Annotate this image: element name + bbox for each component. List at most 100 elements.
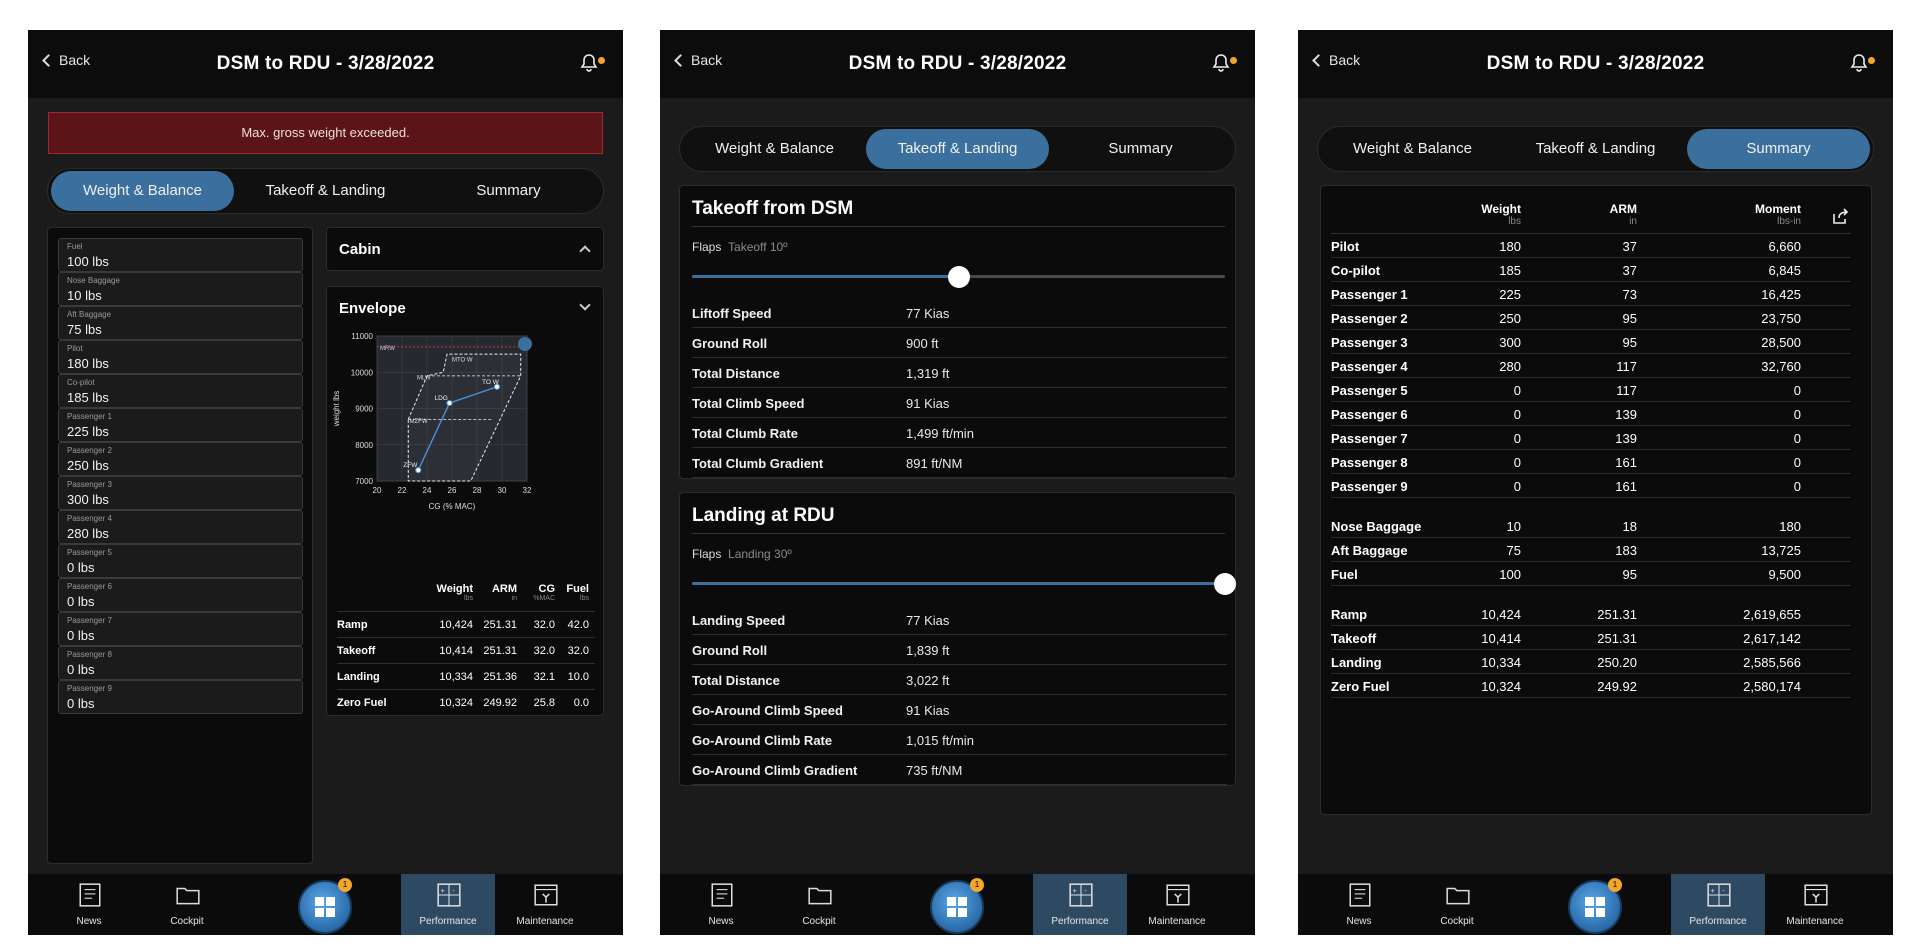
tab-weight-balance[interactable]: Weight & Balance [1321,129,1504,169]
cell-arm: 183 [1615,543,1637,558]
nav-label: Performance [1689,916,1747,927]
wrench-icon [1166,884,1190,906]
slider-knob[interactable] [948,266,970,288]
nav-item-performance[interactable]: + - Performance [1033,874,1127,935]
perf-row: Go-Around Climb Speed 91 Kias [692,695,1227,725]
wrench-icon [534,884,558,906]
tab-summary[interactable]: Summary [417,171,600,211]
tab-takeoff-landing[interactable]: Takeoff & Landing [1504,129,1687,169]
weight-field[interactable]: Passenger 4 280 lbs [58,510,303,544]
weight-field[interactable]: Passenger 6 0 lbs [58,578,303,612]
table-row: Passenger 1 225 73 16,425 [1331,282,1851,306]
cell-weight: 300 [1499,335,1521,350]
nav-item-cockpit[interactable]: Cockpit [1410,874,1504,935]
tab-weight-balance[interactable]: Weight & Balance [51,171,234,211]
x-axis-label: CG (% MAC) [429,502,476,511]
news-icon [711,883,733,907]
nav-item-cockpit[interactable]: Cockpit [140,874,234,935]
column-unit: lbs [464,595,473,602]
field-value: 225 lbs [67,424,109,439]
nav-label: News [76,916,102,927]
nav-item-performance[interactable]: + - Performance [1671,874,1765,935]
field-value: 185 lbs [67,390,109,405]
nav-item-maintenance[interactable]: Maintenance [1768,874,1862,935]
nav-item-cockpit[interactable]: Cockpit [772,874,866,935]
field-label: Passenger 2 [67,446,112,455]
x-tick-label: 22 [398,486,407,495]
perf-value: 77 Kias [906,306,950,321]
news-icon [79,883,101,907]
slider-fill [692,582,1225,585]
home-badge: 1 [1608,878,1622,892]
weight-field[interactable]: Passenger 3 300 lbs [58,476,303,510]
weight-field[interactable]: Passenger 1 225 lbs [58,408,303,442]
envelope-section: Envelope 20 22 24 26 28 30 32 7000 8000 9000 10000… [326,286,604,716]
field-label: Nose Baggage [67,276,120,285]
weight-field[interactable]: Passenger 8 0 lbs [58,646,303,680]
cell-arm: 139 [1615,407,1637,422]
tab-summary[interactable]: Summary [1049,129,1232,169]
table-row: Takeoff 10,414 251.31 32.0 32.0 [337,637,595,663]
calculator-icon: + - [1069,883,1093,907]
cell-weight: 75 [1506,543,1521,558]
nav-item-news[interactable]: News [42,874,136,935]
tab-weight-balance[interactable]: Weight & Balance [683,129,866,169]
perf-value: 900 ft [906,336,939,351]
tab-takeoff-landing[interactable]: Takeoff & Landing [866,129,1049,169]
field-value: 180 lbs [67,356,109,371]
nav-item-news[interactable]: News [674,874,768,935]
takeoff-flaps-slider[interactable] [692,266,1225,288]
weight-field[interactable]: Passenger 2 250 lbs [58,442,303,476]
nav-label: Maintenance [516,916,574,927]
notifications-button[interactable] [1847,50,1875,76]
notifications-button[interactable] [1209,50,1237,76]
x-tick-label: 24 [423,486,432,495]
cell-cg: 32.0 [533,645,555,657]
tab-takeoff-landing[interactable]: Takeoff & Landing [234,171,417,211]
slider-knob[interactable] [1214,573,1236,595]
weight-field[interactable]: Fuel 100 lbs [58,238,303,272]
cabin-section[interactable]: Cabin [326,227,604,271]
cell-arm: 37 [1622,239,1637,254]
weight-field[interactable]: Pilot 180 lbs [58,340,303,374]
nav-item-maintenance[interactable]: Maintenance [498,874,592,935]
cell-arm: 250.20 [1597,655,1637,670]
home-button[interactable]: 1 [1568,878,1622,934]
tab-summary[interactable]: Summary [1687,129,1870,169]
weight-field[interactable]: Nose Baggage 10 lbs [58,272,303,306]
page-title: DSM to RDU - 3/28/2022 [216,53,435,74]
field-label: Co-pilot [67,378,95,387]
top-bar: Back DSM to RDU - 3/28/2022 [1298,30,1893,98]
row-label: Zero Fuel [337,697,387,709]
notifications-button[interactable] [577,50,605,76]
table-row: Landing 10,334 250.20 2,585,566 [1331,650,1851,674]
nav-label: Maintenance [1148,916,1206,927]
weight-field[interactable]: Passenger 5 0 lbs [58,544,303,578]
nav-item-news[interactable]: News [1312,874,1406,935]
chevron-up-icon [579,245,591,257]
nav-item-maintenance[interactable]: Maintenance [1130,874,1224,935]
perf-row: Ground Roll 1,839 ft [692,635,1227,665]
row-label: Pilot [1331,239,1360,254]
chevron-down-icon[interactable] [579,299,591,311]
perf-row: Landing Speed 77 Kias [692,605,1227,635]
weight-field[interactable]: Passenger 9 0 lbs [58,680,303,714]
weight-field[interactable]: Passenger 7 0 lbs [58,612,303,646]
home-button[interactable]: 1 [298,878,352,934]
cell-arm: 251.31 [1597,631,1637,646]
cell-arm: 95 [1622,311,1637,326]
cell-weight: 250 [1499,311,1521,326]
weight-field[interactable]: Aft Baggage 75 lbs [58,306,303,340]
envelope-label: MZFW [410,419,428,425]
slider-fill [692,275,959,278]
landing-flaps-slider[interactable] [692,573,1236,595]
takeoff-flaps: Flaps Takeoff 10º [692,240,788,254]
cell-arm: 95 [1622,567,1637,582]
weight-field[interactable]: Co-pilot 185 lbs [58,374,303,408]
home-button[interactable]: 1 [930,878,984,934]
table-row: Ramp 10,424 251.31 2,619,655 [1331,602,1851,626]
cell-moment: 32,760 [1761,359,1801,374]
cell-arm: 18 [1622,519,1637,534]
nav-item-performance[interactable]: + - Performance [401,874,495,935]
x-tick-label: 26 [448,486,457,495]
